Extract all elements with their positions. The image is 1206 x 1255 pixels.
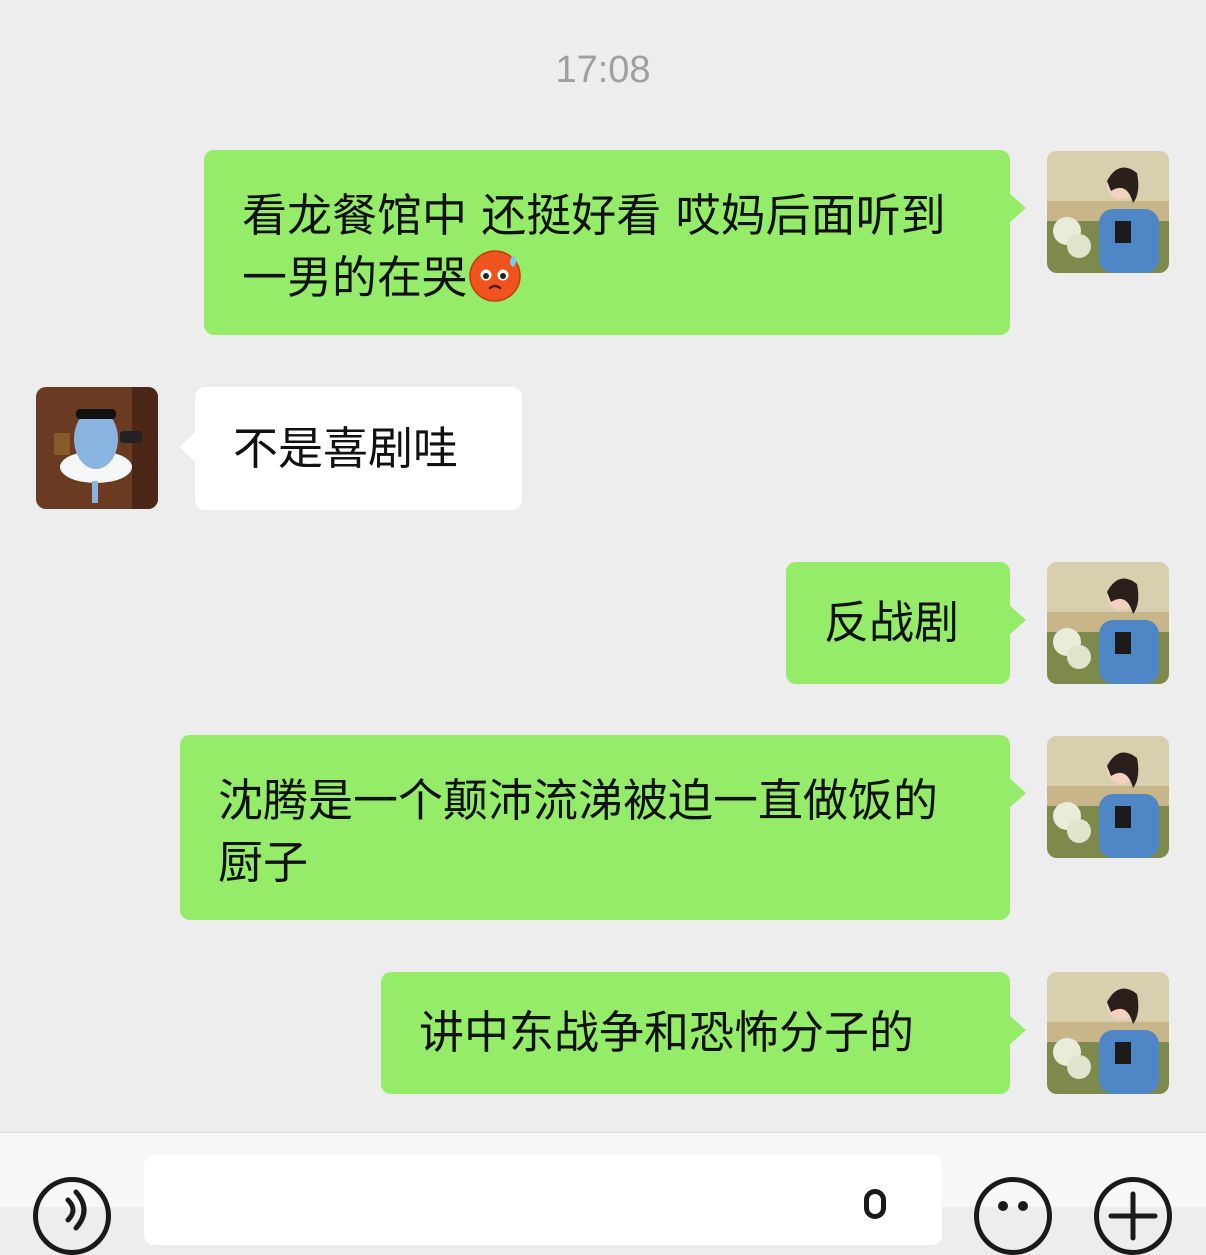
- input-bar: [0, 1132, 1206, 1255]
- message-input[interactable]: [144, 1155, 942, 1245]
- avatar-self[interactable]: [1047, 562, 1169, 684]
- message-bubble-other[interactable]: 不是喜剧哇: [179, 387, 522, 510]
- message-text: 不是喜剧哇: [233, 422, 459, 475]
- message-bubble-self[interactable]: 看龙餐馆中 还挺好看 哎妈后面听到一男的在哭: [204, 150, 1026, 335]
- message-bubble-self[interactable]: 沈腾是一个颠沛流涕被迫一直做饭的厨子: [180, 735, 1026, 920]
- message-text: 沈腾是一个颠沛流涕被迫一直做饭的厨子: [218, 774, 939, 889]
- voice-icon[interactable]: [33, 1177, 111, 1255]
- message-timestamp: 17:08: [555, 49, 651, 91]
- avatar-self[interactable]: [1047, 151, 1169, 273]
- message-bubble-self[interactable]: 反战剧: [786, 562, 1026, 684]
- avatar-other[interactable]: [36, 387, 158, 509]
- message-bubble-self[interactable]: 讲中东战争和恐怖分子的: [381, 972, 1026, 1094]
- avatar-self[interactable]: [1047, 972, 1169, 1094]
- mic-icon[interactable]: [864, 1189, 886, 1219]
- avatar-self[interactable]: [1047, 736, 1169, 858]
- message-text: 讲中东战争和恐怖分子的: [419, 1006, 915, 1059]
- plus-icon[interactable]: [1094, 1177, 1172, 1255]
- message-text: 看龙餐馆中 还挺好看 哎妈后面听到一男的在哭: [242, 189, 946, 304]
- sweat-face-emoji: [467, 247, 523, 303]
- message-text: 反战剧: [824, 596, 960, 649]
- emoji-icon[interactable]: [974, 1177, 1052, 1255]
